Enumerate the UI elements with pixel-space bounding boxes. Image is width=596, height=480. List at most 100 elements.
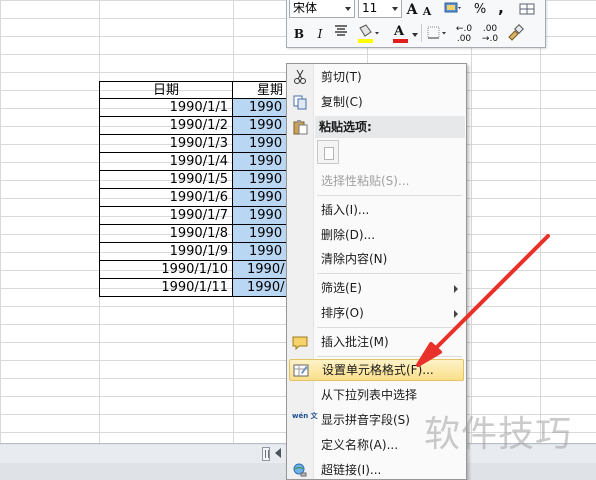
borders-button[interactable]	[425, 24, 449, 44]
accounting-format-button[interactable]	[441, 0, 463, 20]
menu-item-clear-contents[interactable]: 清除内容(N)	[289, 248, 464, 270]
copy-icon	[292, 94, 308, 110]
mini-toolbar: 宋体 11 A A % , B I A ←.0 .00 .00 →.0	[286, 0, 546, 48]
column-gridline	[471, 0, 472, 443]
format-table-icon	[519, 3, 535, 15]
menu-separator	[317, 356, 462, 357]
date-cell[interactable]: 1990/1/3	[99, 135, 233, 153]
scissors-icon	[292, 69, 308, 85]
date-cell[interactable]: 1990/1/6	[99, 189, 233, 207]
week-cell[interactable]: 1990	[233, 153, 293, 171]
menu-item-label: 从下拉列表中选择	[321, 388, 418, 402]
decrease-decimal-button[interactable]: .00 →.0	[479, 24, 501, 44]
week-cell[interactable]: 1990	[233, 225, 293, 243]
menu-item-copy[interactable]: 复制(C)	[289, 91, 464, 113]
format-painter-button[interactable]	[505, 24, 525, 44]
menu-item-format-cells[interactable]: 设置单元格格式(F)...	[289, 359, 464, 381]
date-cell[interactable]: 1990/1/4	[99, 153, 233, 171]
menu-item-hyperlink[interactable]: 超链接(I)...	[289, 459, 464, 479]
menu-item-delete[interactable]: 删除(D)...	[289, 224, 464, 246]
chevron-down-icon[interactable]	[392, 7, 398, 11]
menu-item-label: 删除(D)...	[321, 228, 376, 242]
date-cell[interactable]: 1990/1/11	[99, 279, 233, 297]
watermark-text: 软件技巧	[424, 414, 573, 455]
font-size-combo[interactable]: 11	[358, 0, 402, 18]
date-cell[interactable]: 1990/1/2	[99, 117, 233, 135]
date-cell[interactable]: 1990/1/5	[99, 171, 233, 189]
header-cell-week[interactable]: 星期	[233, 81, 293, 99]
menu-item-label: 粘贴选项:	[319, 120, 372, 134]
menu-item-label: 插入(I)...	[321, 203, 370, 217]
format-painter-icon	[508, 24, 524, 41]
menu-item-cut[interactable]: 剪切(T)	[289, 66, 464, 88]
paint-bucket-icon	[358, 24, 379, 43]
paste-options-heading: 粘贴选项:	[315, 116, 465, 138]
week-cell[interactable]: 1990	[233, 99, 293, 117]
menu-item-label: 超链接(I)...	[321, 463, 382, 477]
grow-font-button[interactable]: A	[405, 0, 419, 20]
borders-icon	[427, 26, 446, 39]
menu-item-insert[interactable]: 插入(I)...	[289, 199, 464, 221]
shrink-font-button[interactable]: A	[421, 2, 433, 22]
align-center-button[interactable]	[333, 24, 349, 44]
chevron-down-icon[interactable]	[345, 7, 351, 11]
menu-item-filter[interactable]: 筛选(E)	[289, 277, 464, 299]
date-cell[interactable]: 1990/1/8	[99, 225, 233, 243]
column-gridline	[540, 0, 541, 443]
bold-button[interactable]: B	[291, 24, 307, 44]
menu-item-paste-special[interactable]: 选择性粘贴(S)...	[289, 170, 464, 192]
font-size-value: 11	[362, 1, 378, 15]
menu-item-label: 显示拼音字段(S)	[321, 413, 410, 427]
menu-separator	[317, 195, 462, 196]
menu-item-insert-comment[interactable]: 插入批注(M)	[289, 331, 464, 353]
submenu-arrow-icon	[454, 285, 458, 293]
week-cell[interactable]: 1990	[233, 117, 293, 135]
decrease-decimal-icon: .00 →.0	[481, 24, 499, 44]
scroll-left-arrow-icon[interactable]	[275, 448, 281, 458]
menu-item-label: 排序(O)	[321, 306, 364, 320]
font-color-button[interactable]: A	[391, 24, 419, 44]
align-center-icon	[335, 25, 347, 36]
date-cell[interactable]: 1990/1/7	[99, 207, 233, 225]
date-cell[interactable]: 1990/1/1	[99, 99, 233, 117]
increase-decimal-icon: ←.0 .00	[455, 24, 473, 44]
paste-icon	[292, 119, 308, 135]
menu-item-label: 插入批注(M)	[321, 335, 389, 349]
menu-item-label: 复制(C)	[321, 95, 363, 109]
chevron-down-icon[interactable]	[412, 33, 418, 37]
fill-color-button[interactable]	[355, 24, 381, 44]
week-cell[interactable]: 1990/	[233, 279, 293, 297]
date-cell[interactable]: 1990/1/10	[99, 261, 233, 279]
menu-item-label: 清除内容(N)	[321, 252, 388, 266]
header-cell-date[interactable]: 日期	[99, 81, 233, 99]
increase-decimal-button[interactable]: ←.0 .00	[453, 24, 475, 44]
comment-icon	[292, 334, 308, 351]
week-cell[interactable]: 1990	[233, 189, 293, 207]
menu-separator	[317, 273, 462, 274]
week-cell[interactable]: 1990	[233, 243, 293, 261]
toolbar-separator	[421, 24, 422, 42]
menu-item-label: 设置单元格格式(F)...	[322, 363, 434, 377]
menu-item-sort[interactable]: 排序(O)	[289, 302, 464, 324]
menu-item-label: 筛选(E)	[321, 281, 362, 295]
week-cell[interactable]: 1990	[233, 171, 293, 189]
week-cell[interactable]: 1990	[233, 207, 293, 225]
format-painter-grid-button[interactable]	[517, 0, 537, 20]
format-cells-icon	[293, 362, 309, 378]
week-cell[interactable]: 1990/	[233, 261, 293, 279]
paste-values-button[interactable]	[317, 140, 339, 164]
submenu-arrow-icon	[454, 310, 458, 318]
accounting-format-icon	[444, 2, 461, 13]
week-cell[interactable]: 1990	[233, 135, 293, 153]
percent-style-button[interactable]: %	[471, 0, 489, 20]
italic-button[interactable]: I	[313, 24, 327, 44]
font-color-swatch	[393, 39, 408, 43]
menu-item-pick-from-list[interactable]: 从下拉列表中选择	[289, 384, 464, 406]
menu-item-label: 选择性粘贴(S)...	[321, 174, 410, 188]
date-cell[interactable]: 1990/1/9	[99, 243, 233, 261]
comma-style-button[interactable]: ,	[495, 0, 507, 18]
tab-split-handle[interactable]	[262, 447, 270, 461]
hyperlink-icon	[292, 462, 308, 478]
menu-separator	[317, 327, 462, 328]
font-name-combo[interactable]: 宋体	[289, 0, 355, 18]
